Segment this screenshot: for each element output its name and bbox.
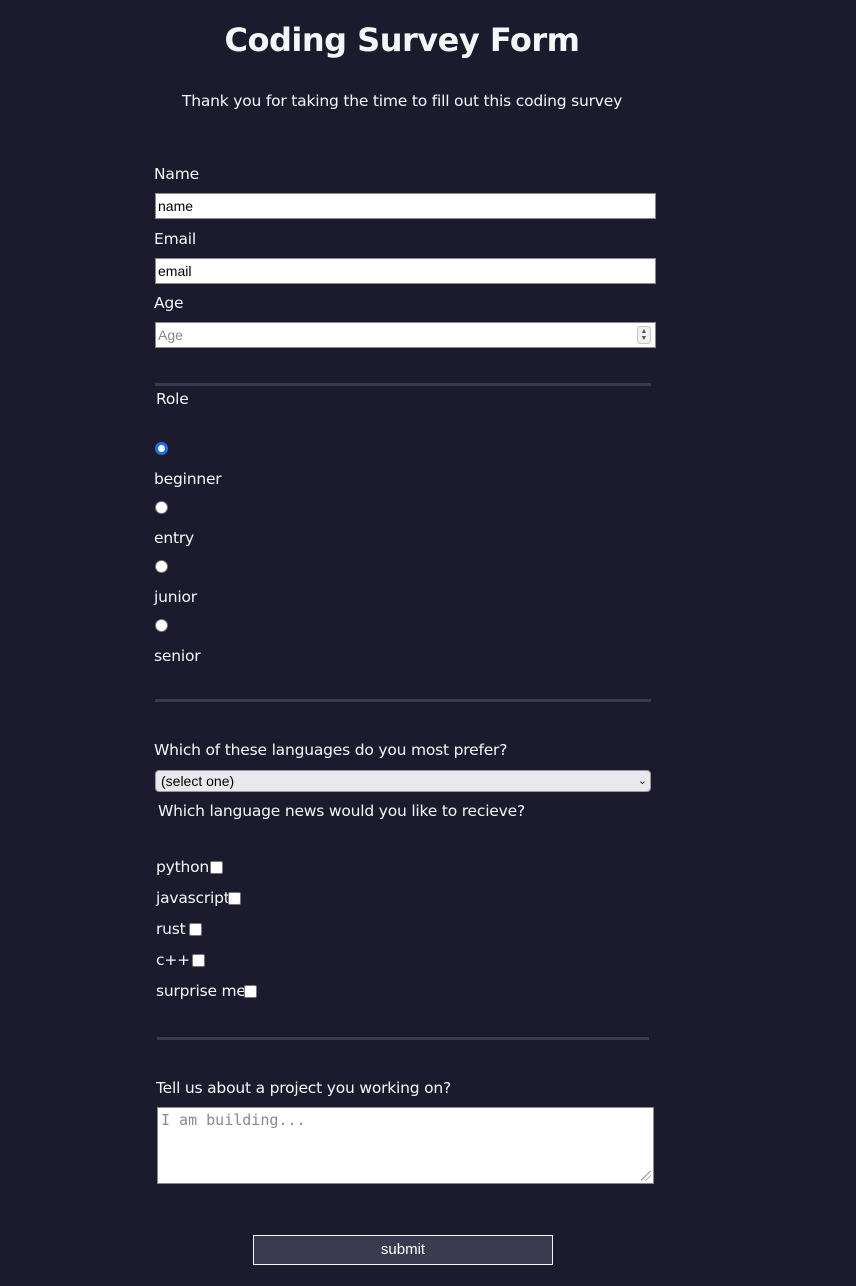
age-label: Age	[154, 294, 184, 312]
radio-label-entry: entry	[154, 529, 194, 547]
radio-beginner[interactable]	[155, 442, 168, 455]
age-placeholder: Age	[158, 327, 183, 343]
radio-label-junior: junior	[154, 588, 197, 606]
project-label: Tell us about a project you working on?	[156, 1079, 452, 1097]
checkbox-label-cpp: c++	[156, 951, 190, 969]
radio-label-beginner: beginner	[154, 470, 222, 488]
checkbox-label-python: python	[156, 858, 210, 876]
project-placeholder: I am building...	[161, 1111, 306, 1129]
news-language-label: Which language news would you like to re…	[158, 802, 525, 820]
page-description: Thank you for taking the time to fill ou…	[181, 92, 623, 110]
email-label: Email	[154, 230, 197, 248]
checkbox-python[interactable]	[210, 861, 223, 874]
radio-entry[interactable]	[155, 501, 168, 514]
name-input[interactable]: name	[155, 193, 656, 219]
prefer-language-select[interactable]: (select one) ⌄	[155, 770, 651, 792]
project-textarea[interactable]: I am building...	[157, 1107, 654, 1184]
checkbox-label-rust: rust	[156, 920, 186, 938]
radio-junior[interactable]	[155, 560, 168, 573]
name-label: Name	[154, 165, 199, 183]
email-input[interactable]: email	[155, 258, 656, 284]
resize-grip-icon[interactable]	[641, 1171, 651, 1181]
divider-bottom	[157, 1037, 649, 1040]
prefer-language-value: (select one)	[161, 773, 235, 789]
checkbox-surprise-me[interactable]	[244, 985, 257, 998]
age-input[interactable]: Age ▲ ▼	[155, 322, 656, 348]
number-stepper-icon[interactable]: ▲ ▼	[637, 326, 651, 344]
checkbox-javascript[interactable]	[228, 892, 241, 905]
radio-senior[interactable]	[155, 619, 168, 632]
page-title: Coding Survey Form	[224, 21, 580, 59]
role-legend: Role	[156, 390, 189, 408]
divider-top	[155, 383, 651, 386]
checkbox-cpp[interactable]	[192, 954, 205, 967]
radio-label-senior: senior	[154, 647, 201, 665]
prefer-language-label: Which of these languages do you most pre…	[154, 741, 508, 759]
chevron-down-icon: ⌄	[637, 775, 647, 787]
survey-page: Coding Survey Form Thank you for taking …	[0, 0, 856, 1286]
checkbox-rust[interactable]	[189, 923, 202, 936]
checkbox-label-surprise-me: surprise me	[156, 982, 246, 1000]
submit-button[interactable]: submit	[253, 1235, 553, 1265]
checkbox-label-javascript: javascript	[156, 889, 230, 907]
divider-middle	[155, 699, 651, 702]
